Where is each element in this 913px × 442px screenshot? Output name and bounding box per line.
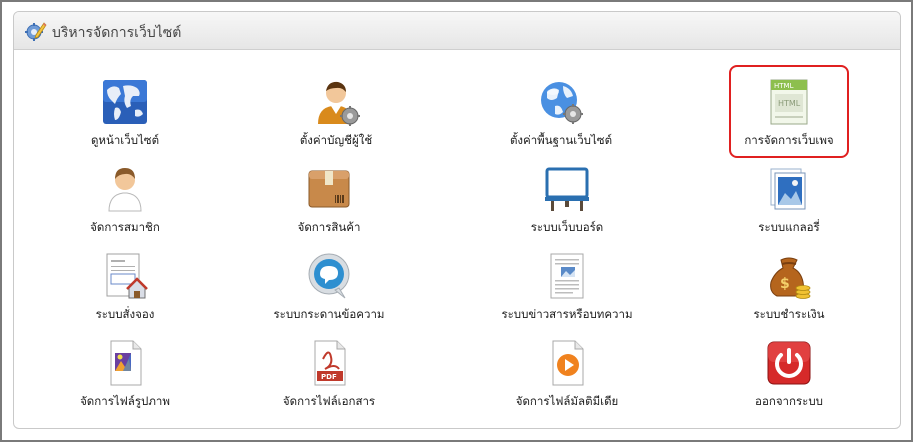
media-file-icon <box>552 340 584 386</box>
menu-webboard[interactable]: ระบบเว็บบอร์ด <box>467 165 667 247</box>
menu-document-files[interactable]: PDF จัดการไฟล์เอกสาร <box>229 339 429 421</box>
member-icon <box>108 168 142 212</box>
menu-account-settings[interactable]: ตั้งค่าบัญชีผู้ใช้ <box>236 78 436 160</box>
svg-text:PDF: PDF <box>321 373 337 381</box>
panel-title: บริหารจัดการเว็บไซต์ <box>52 25 182 41</box>
menu-news-articles[interactable]: ระบบข่าวสารหรือบทความ <box>467 252 667 334</box>
image-file-icon <box>110 340 142 386</box>
menu-image-files[interactable]: จัดการไฟล์รูปภาพ <box>25 339 225 421</box>
menu-label: จัดการไฟล์มัลติมีเดีย <box>515 394 619 408</box>
menu-logout[interactable]: ออกจากระบบ <box>689 339 889 421</box>
selected-highlight <box>729 65 849 158</box>
menu-label: ระบบกระดานข้อความ <box>273 307 385 321</box>
globe-settings-icon <box>541 82 583 124</box>
menu-label: ระบบชำระเงิน <box>753 307 825 321</box>
menu-member-management[interactable]: จัดการสมาชิก <box>25 165 225 247</box>
speech-bubble-icon <box>308 253 350 299</box>
money-bag-icon: $ <box>770 257 811 299</box>
menu-payment[interactable]: $ ระบบชำระเงิน <box>689 252 889 334</box>
menu-website-settings[interactable]: ตั้งค่าพื้นฐานเว็บไซต์ <box>461 78 661 160</box>
menu-label: จัดการสมาชิก <box>90 220 160 234</box>
pdf-file-icon: PDF <box>314 340 346 386</box>
menu-label: จัดการไฟล์รูปภาพ <box>80 394 170 408</box>
menu-view-website[interactable]: ดูหน้าเว็บไซต์ <box>25 78 225 160</box>
menu-product-management[interactable]: จัดการสินค้า <box>229 165 429 247</box>
menu-label: ระบบข่าวสารหรือบทความ <box>501 307 633 321</box>
booking-form-icon <box>106 253 148 299</box>
menu-label: จัดการสินค้า <box>297 220 361 234</box>
gallery-icon <box>770 168 806 210</box>
world-map-icon <box>103 80 147 124</box>
svg-text:$: $ <box>780 276 790 292</box>
product-box-icon <box>308 170 350 208</box>
menu-label: ดูหน้าเว็บไซต์ <box>90 133 160 147</box>
menu-label: ตั้งค่าพื้นฐานเว็บไซต์ <box>509 133 613 147</box>
panel-header: บริหารจัดการเว็บไซต์ <box>14 12 900 50</box>
menu-label: ระบบสั่งจอง <box>95 307 155 321</box>
menu-label: ออกจากระบบ <box>755 394 823 408</box>
menu-booking[interactable]: ระบบสั่งจอง <box>25 252 225 334</box>
menu-message-board[interactable]: ระบบกระดานข้อความ <box>229 252 429 334</box>
gear-pencil-icon <box>25 22 47 41</box>
webboard-icon <box>545 167 589 211</box>
power-icon <box>767 341 811 385</box>
menu-label: ระบบแกลอรี่ <box>758 220 820 234</box>
news-article-icon <box>550 253 584 299</box>
menu-label: ตั้งค่าบัญชีผู้ใช้ <box>299 133 373 147</box>
menu-multimedia-files[interactable]: จัดการไฟล์มัลติมีเดีย <box>467 339 667 421</box>
menu-label: จัดการไฟล์เอกสาร <box>282 394 376 408</box>
menu-label: ระบบเว็บบอร์ด <box>530 220 604 234</box>
user-settings-icon <box>318 81 360 126</box>
menu-gallery[interactable]: ระบบแกลอรี่ <box>689 165 889 247</box>
